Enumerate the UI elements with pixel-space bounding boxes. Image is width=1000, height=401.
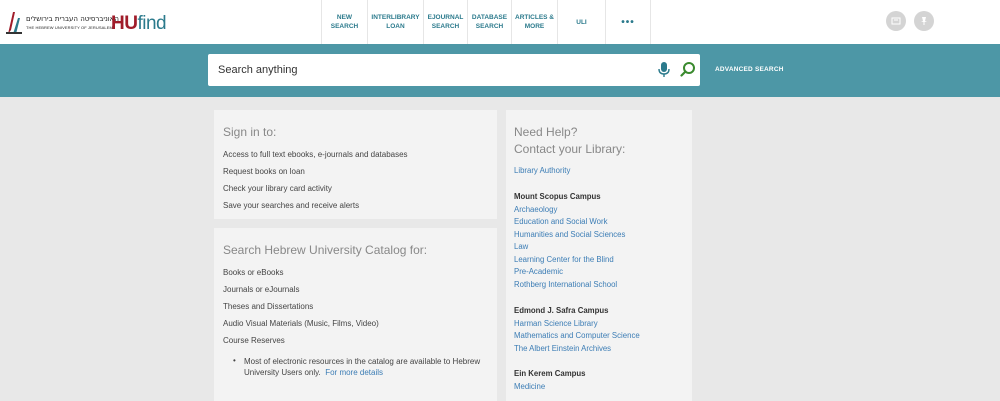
library-link[interactable]: Mathematics and Computer Science [514,331,640,340]
search-box [208,54,700,86]
nav-interlibrary-loan[interactable]: INTERLIBRARY LOAN [367,0,423,44]
nav-database-search[interactable]: DATABASE SEARCH [467,0,511,44]
catalog-item: Audio Visual Materials (Music, Films, Vi… [223,319,379,328]
university-emblem-icon [6,12,22,34]
nav-ejournal-search[interactable]: EJOURNAL SEARCH [423,0,467,44]
signin-item: Access to full text ebooks, e-journals a… [223,150,408,159]
more-details-link[interactable]: For more details [325,368,383,377]
microphone-icon[interactable] [657,62,671,78]
library-authority-link[interactable]: Library Authority [514,166,570,175]
more-dots-icon: ••• [621,16,635,28]
campus-heading: Mount Scopus Campus [514,192,601,201]
nav-more-menu[interactable]: ••• [605,0,651,44]
catalog-item: Journals or eJournals [223,285,300,294]
library-link[interactable]: Pre-Academic [514,267,563,276]
pin-icon[interactable] [914,11,934,31]
library-card-icon[interactable] [886,11,906,31]
help-card: Need Help? Contact your Library: Library… [506,110,692,401]
logo-english-text: THE HEBREW UNIVERSITY OF JERUSALEM [26,25,113,30]
hufind-logo[interactable]: האוניברסיטה העברית בירושלים THE HEBREW U… [4,6,167,38]
signin-card: Sign in to: Access to full text ebooks, … [214,110,497,219]
nav-uli[interactable]: ULI [557,0,605,44]
search-input[interactable] [218,54,638,86]
library-link[interactable]: Harman Science Library [514,319,598,328]
catalog-item: Books or eBooks [223,268,284,277]
catalog-note: Most of electronic resources in the cata… [244,357,481,377]
help-title: Need Help? [514,125,578,139]
main-nav: NEW SEARCH INTERLIBRARY LOAN EJOURNAL SEARC… [321,0,651,44]
campus-heading: Ein Kerem Campus [514,369,586,378]
bullet-icon: • [233,356,236,365]
signin-item: Check your library card activity [223,184,332,193]
catalog-card: Search Hebrew University Catalog for: Bo… [214,228,497,401]
library-link[interactable]: Law [514,242,528,251]
library-link[interactable]: Education and Social Work [514,217,607,226]
search-icon[interactable] [680,61,696,77]
library-link[interactable]: Archaeology [514,205,557,214]
library-link[interactable]: Humanities and Social Sciences [514,230,625,239]
user-area [886,11,934,31]
top-header: האוניברסיטה העברית בירושלים THE HEBREW U… [0,0,1000,44]
advanced-search-link[interactable]: ADVANCED SEARCH [715,66,784,73]
signin-item: Save your searches and receive alerts [223,201,360,210]
library-link[interactable]: Rothberg International School [514,280,617,289]
nav-new-search[interactable]: NEW SEARCH [321,0,367,44]
logo-hufind-text: HUfind [111,13,167,34]
nav-articles-more[interactable]: ARTICLES & MORE [511,0,557,44]
library-link[interactable]: Medicine [514,382,545,391]
catalog-item: Theses and Dissertations [223,302,314,311]
library-link[interactable]: Learning Center for the Blind [514,255,614,264]
signin-title: Sign in to: [223,125,277,139]
signin-item: Request books on loan [223,167,305,176]
catalog-item: Course Reserves [223,336,285,345]
catalog-title: Search Hebrew University Catalog for: [223,243,428,257]
campus-heading: Edmond J. Safra Campus [514,306,609,315]
help-subtitle: Contact your Library: [514,142,626,156]
search-band: ADVANCED SEARCH [0,44,1000,97]
logo-hebrew-text: האוניברסיטה העברית בירושלים [26,15,119,23]
library-link[interactable]: The Albert Einstein Archives [514,344,611,353]
